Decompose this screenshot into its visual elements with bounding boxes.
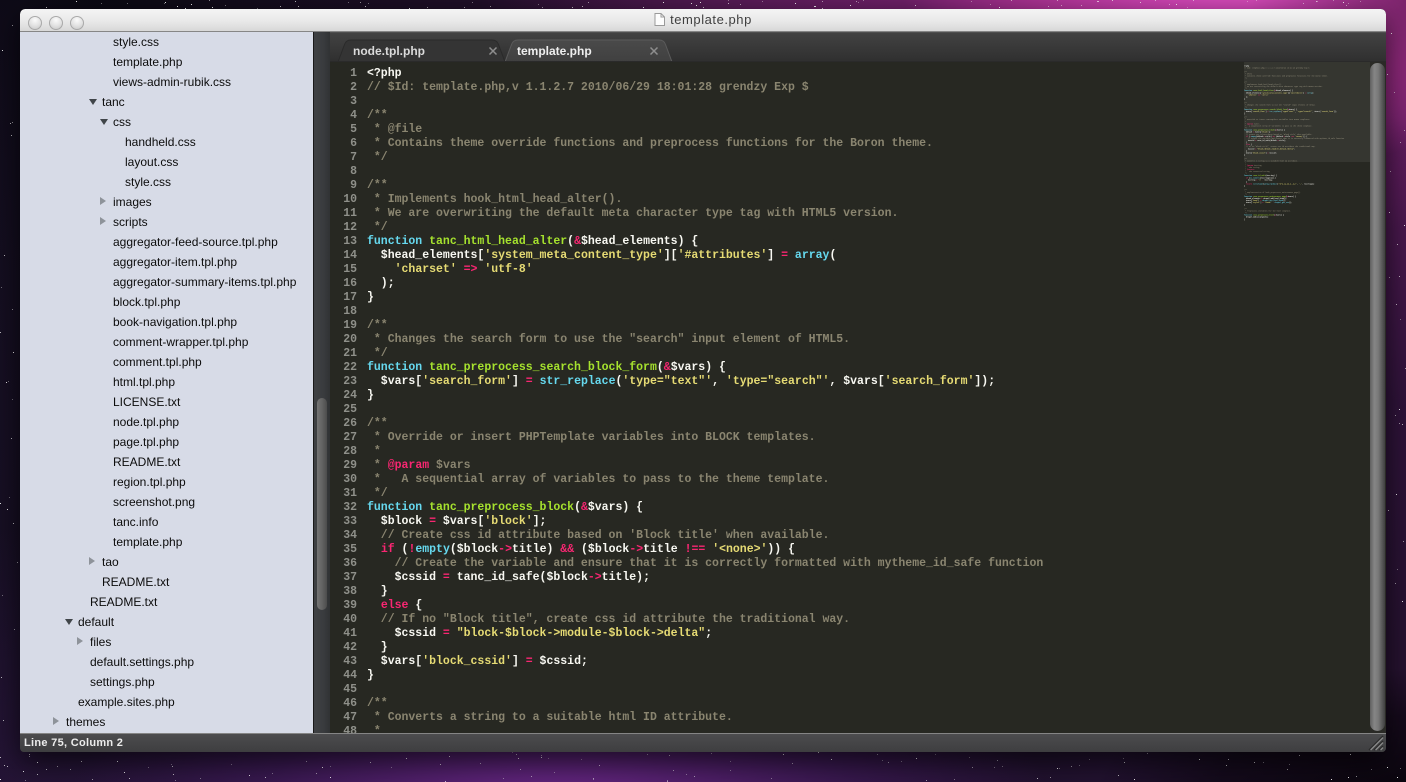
svg-text:node.tpl.php: node.tpl.php — [353, 44, 425, 58]
svg-text:template.php: template.php — [517, 44, 592, 58]
